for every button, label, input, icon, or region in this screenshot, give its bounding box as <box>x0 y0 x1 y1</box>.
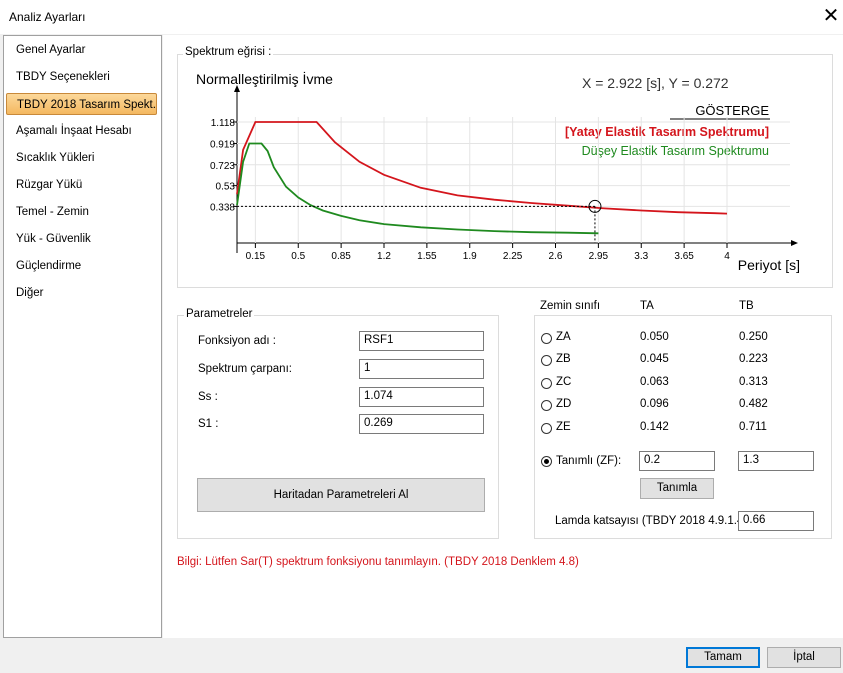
sidebar-item-diger[interactable]: Diğer <box>6 282 157 304</box>
x-tick-label: 3.3 <box>634 251 648 262</box>
cancel-button[interactable]: İptal <box>767 647 841 668</box>
soil-zb-label: ZB <box>556 353 571 365</box>
lambda-label: Lamda katsayısı (TBDY 2018 4.9.1.4) : <box>555 515 754 527</box>
parameters-group-label: Parametreler <box>184 308 255 320</box>
soil-ze-tb: 0.711 <box>739 421 767 433</box>
sidebar-item-asamali-insaat[interactable]: Aşamalı İnşaat Hesabı <box>6 120 157 142</box>
y-tick-label: 0.53 <box>216 182 236 193</box>
define-button[interactable]: Tanımla <box>640 478 714 499</box>
x-tick-label: 1.55 <box>417 251 437 262</box>
sidebar-item-yuk-guvenlik[interactable]: Yük - Güvenlik <box>6 228 157 250</box>
chart-plot <box>236 121 728 243</box>
legend-title: GÖSTERGE <box>695 103 769 118</box>
soil-group <box>534 315 832 539</box>
soil-class-header: Zemin sınıfı <box>540 300 601 312</box>
x-tick-label: 2.6 <box>549 251 563 262</box>
radio-zb[interactable] <box>541 355 552 366</box>
sidebar-item-sicaklik-yukleri[interactable]: Sıcaklık Yükleri <box>6 147 157 169</box>
soil-ze-label: ZE <box>556 421 571 433</box>
custom-soil-label: Tanımlı (ZF): <box>556 455 622 467</box>
soil-zb-ta: 0.045 <box>640 353 669 365</box>
legend-vertical: Düşey Elastik Tasarım Spektrumu <box>582 144 769 158</box>
soil-za-ta: 0.050 <box>640 331 669 343</box>
map-parameters-button[interactable]: Haritadan Parametreleri Al <box>197 478 485 512</box>
x-axis-arrow <box>791 240 798 246</box>
ss-label: Ss : <box>198 391 218 403</box>
lambda-field[interactable]: 0.66 <box>738 511 814 531</box>
sidebar-item-temel-zemin[interactable]: Temel - Zemin <box>6 201 157 223</box>
cursor-readout: X = 2.922 [s], Y = 0.272 <box>582 75 729 91</box>
radio-zd[interactable] <box>541 400 552 411</box>
s1-label: S1 : <box>198 418 219 430</box>
title-bar: Analiz Ayarları ✕ <box>0 0 843 34</box>
legend-horizontal: [Yatay Elastik Tasarım Spektrumu] <box>565 125 769 139</box>
x-tick-label: 1.2 <box>377 251 391 262</box>
soil-zc-ta: 0.063 <box>640 376 669 388</box>
radio-zf-custom[interactable] <box>541 456 552 467</box>
y-tick-label: 0.723 <box>210 161 235 172</box>
sidebar-item-tbdy-secenekleri[interactable]: TBDY Seçenekleri <box>6 66 157 88</box>
window-title: Analiz Ayarları <box>9 10 86 24</box>
spectrum-chart[interactable]: Normalleştirilmiş İvme X = 2.922 [s], Y … <box>178 62 830 284</box>
y-tick-label: 0.919 <box>210 140 235 151</box>
close-icon[interactable]: ✕ <box>821 4 841 28</box>
sidebar-item-genel-ayarlar[interactable]: Genel Ayarlar <box>6 39 157 61</box>
sidebar-item-tbdy-2018-spektrum[interactable]: TBDY 2018 Tasarım Spekt... <box>6 93 157 115</box>
multiplier-label: Spektrum çarpanı: <box>198 363 292 375</box>
soil-ze-ta: 0.142 <box>640 421 669 433</box>
soil-za-label: ZA <box>556 331 571 343</box>
function-name-label: Fonksiyon adı : <box>198 335 276 347</box>
x-tick-label: 3.65 <box>674 251 694 262</box>
x-tick-label: 2.95 <box>589 251 609 262</box>
x-tick-label: 2.25 <box>503 251 523 262</box>
sidebar-item-ruzgar-yuku[interactable]: Rüzgar Yükü <box>6 174 157 196</box>
radio-za[interactable] <box>541 333 552 344</box>
s1-field[interactable]: 0.269 <box>359 414 484 434</box>
y-tick-label: 1.118 <box>211 118 236 129</box>
x-tick-label: 1.9 <box>463 251 477 262</box>
soil-zb-tb: 0.223 <box>739 353 768 365</box>
custom-tb-field[interactable]: 1.3 <box>738 451 814 471</box>
y-tick-label: 0.338 <box>210 202 235 213</box>
tb-header: TB <box>739 300 754 312</box>
y-axis-title: Normalleştirilmiş İvme <box>196 70 333 87</box>
soil-zc-label: ZC <box>556 376 572 388</box>
ok-button[interactable]: Tamam <box>686 647 760 668</box>
soil-zd-label: ZD <box>556 398 572 410</box>
spectrum-group-label: Spektrum eğrisi : <box>183 46 274 58</box>
info-message: Bilgi: Lütfen Sar(T) spektrum fonksiyonu… <box>177 556 579 568</box>
soil-zc-tb: 0.313 <box>739 376 768 388</box>
soil-za-tb: 0.250 <box>739 331 768 343</box>
x-tick-label: 4 <box>724 251 730 262</box>
custom-ta-field[interactable]: 0.2 <box>639 451 715 471</box>
function-name-field[interactable]: RSF1 <box>359 331 484 351</box>
x-tick-label: 0.5 <box>291 251 305 262</box>
x-axis-title: Periyot [s] <box>738 257 800 273</box>
multiplier-field[interactable]: 1 <box>359 359 484 379</box>
x-tick-label: 0.15 <box>246 251 266 262</box>
radio-ze[interactable] <box>541 423 552 434</box>
ta-header: TA <box>640 300 654 312</box>
ss-field[interactable]: 1.074 <box>359 387 484 407</box>
sidebar-item-guclendirme[interactable]: Güçlendirme <box>6 255 157 277</box>
sidebar: Genel Ayarlar TBDY Seçenekleri TBDY 2018… <box>3 35 162 638</box>
soil-zd-tb: 0.482 <box>739 398 768 410</box>
x-tick-label: 0.85 <box>331 251 351 262</box>
soil-zd-ta: 0.096 <box>640 398 669 410</box>
radio-zc[interactable] <box>541 378 552 389</box>
vertical-spectrum-line <box>236 142 599 235</box>
